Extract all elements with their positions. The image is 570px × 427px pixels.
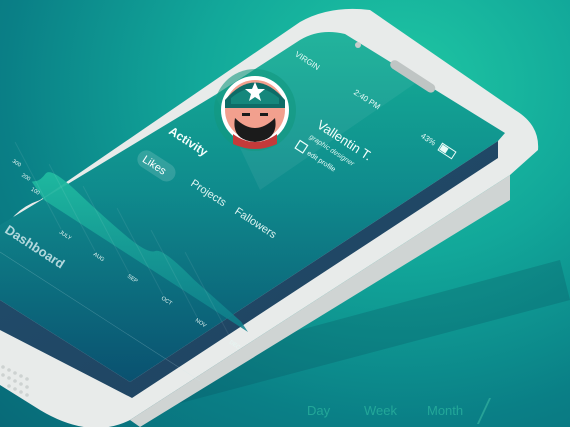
period-tabs: Day Week Month bbox=[300, 398, 560, 424]
scene: VIRGIN 2:40 PM 43% Vallentin T. graphic … bbox=[0, 8, 570, 427]
avatar[interactable] bbox=[214, 69, 296, 151]
chart-y-tick-label: 300 bbox=[11, 159, 22, 169]
chart-y-tick-label: 200 bbox=[20, 173, 31, 183]
divider bbox=[476, 398, 492, 424]
period-tab-month[interactable]: Month bbox=[427, 403, 463, 418]
front-camera bbox=[355, 42, 361, 48]
period-tab-week[interactable]: Week bbox=[364, 403, 397, 418]
period-tab-day[interactable]: Day bbox=[307, 403, 330, 418]
